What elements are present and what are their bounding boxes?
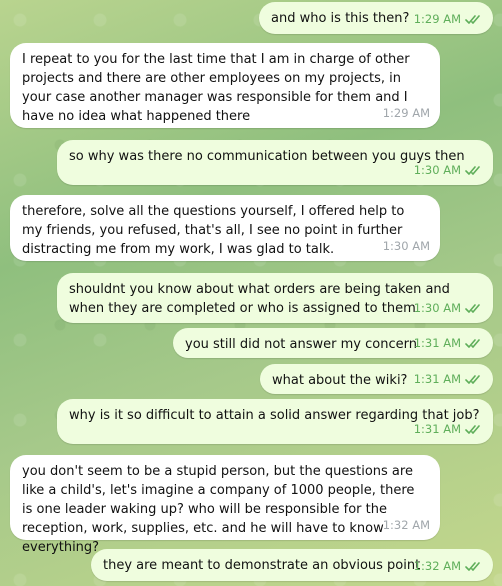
message-time: 1:31 AM	[413, 336, 461, 350]
outgoing-message[interactable]: shouldnt you know about what orders are …	[57, 273, 493, 323]
message-meta: 1:30 AM	[383, 237, 430, 256]
outgoing-message[interactable]: why is it so difficult to attain a solid…	[57, 399, 493, 444]
message-meta: 1:31 AM	[414, 334, 483, 353]
outgoing-message[interactable]: they are meant to demonstrate an obvious…	[91, 549, 493, 581]
outgoing-message[interactable]: so why was there no communication betwee…	[57, 140, 493, 185]
message-meta: 1:30 AM	[414, 299, 483, 318]
message-time: 1:31 AM	[413, 372, 461, 386]
message-text: you don't seem to be a stupid person, bu…	[22, 464, 415, 555]
incoming-message[interactable]: I repeat to you for the last time that I…	[10, 43, 440, 128]
message-meta: 1:32 AM	[383, 516, 430, 535]
double-check-icon	[465, 562, 480, 571]
outgoing-message[interactable]: and who is this then? 1:29 AM	[259, 2, 493, 34]
message-time: 1:29 AM	[382, 106, 430, 120]
double-check-icon	[465, 339, 480, 348]
incoming-message[interactable]: therefore, solve all the questions yours…	[10, 195, 440, 261]
chat-message-list[interactable]: and who is this then? 1:29 AM I repeat t…	[0, 0, 502, 586]
message-text: therefore, solve all the questions yours…	[22, 204, 405, 257]
message-time: 1:31 AM	[413, 422, 461, 436]
double-check-icon	[465, 304, 480, 313]
incoming-message[interactable]: you don't seem to be a stupid person, bu…	[10, 455, 440, 555]
message-time: 1:30 AM	[382, 239, 430, 253]
double-check-icon	[465, 375, 480, 384]
outgoing-message[interactable]: you still did not answer my concern 1:31…	[173, 328, 493, 358]
message-meta: 1:30 AM	[414, 161, 483, 180]
double-check-icon	[465, 15, 480, 24]
message-meta: 1:31 AM	[414, 370, 483, 389]
message-time: 1:30 AM	[413, 163, 461, 177]
message-meta: 1:29 AM	[414, 10, 483, 29]
message-time: 1:29 AM	[413, 12, 461, 26]
message-meta: 1:32 AM	[414, 557, 483, 576]
message-time: 1:30 AM	[413, 301, 461, 315]
message-time: 1:32 AM	[382, 518, 430, 532]
message-time: 1:32 AM	[413, 559, 461, 573]
double-check-icon	[465, 425, 480, 434]
outgoing-message[interactable]: what about the wiki? 1:31 AM	[260, 364, 493, 394]
double-check-icon	[465, 166, 480, 175]
message-meta: 1:31 AM	[414, 420, 483, 439]
message-meta: 1:29 AM	[383, 104, 430, 123]
message-text: I repeat to you for the last time that I…	[22, 52, 410, 124]
